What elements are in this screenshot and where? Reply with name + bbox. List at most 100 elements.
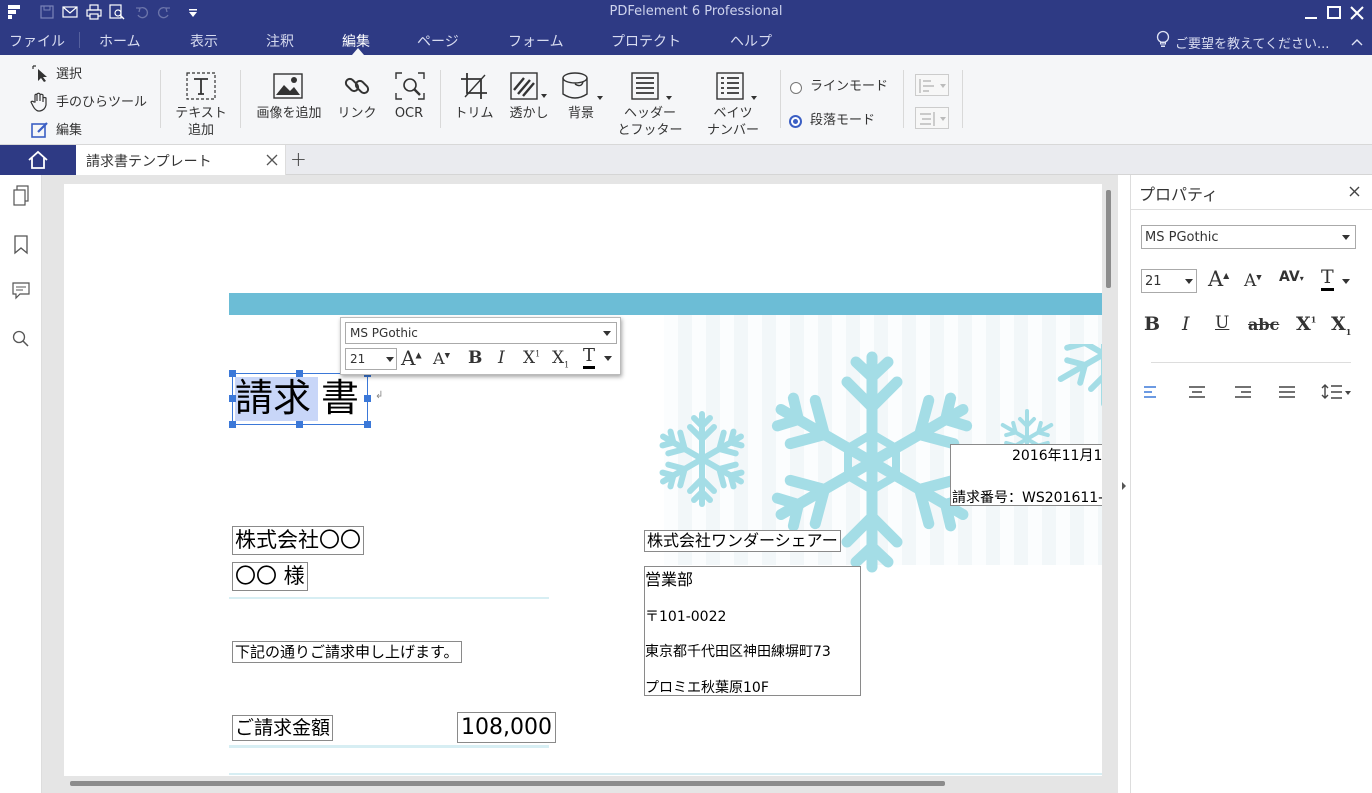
header-footer-icon[interactable] bbox=[631, 72, 673, 102]
home-tab[interactable] bbox=[0, 145, 76, 175]
align-center-icon[interactable] bbox=[1188, 385, 1206, 399]
paragraph-mode-label[interactable]: 段落モード bbox=[810, 113, 875, 129]
bold-icon[interactable]: B bbox=[1144, 313, 1160, 335]
line-mode-radio[interactable] bbox=[790, 82, 802, 94]
sender-address-line1[interactable]: 東京都千代田区神田練塀町73 bbox=[645, 641, 831, 661]
floating-font-select[interactable]: MS PGothic bbox=[345, 322, 617, 344]
align-right-icon[interactable] bbox=[1234, 385, 1252, 399]
subscript-icon[interactable]: X1 bbox=[1331, 313, 1351, 337]
justify-icon[interactable] bbox=[1278, 385, 1296, 399]
font-family-select[interactable]: MS PGothic bbox=[1141, 225, 1356, 249]
close-window-icon[interactable] bbox=[1350, 6, 1364, 20]
link-icon[interactable] bbox=[343, 72, 371, 100]
resize-handle[interactable] bbox=[364, 395, 371, 402]
align-left-icon[interactable] bbox=[1143, 385, 1159, 399]
superscript-icon[interactable]: X1 bbox=[1296, 313, 1316, 335]
close-panel-icon[interactable] bbox=[1349, 186, 1360, 197]
trim-icon[interactable] bbox=[460, 72, 488, 100]
watermark-icon[interactable] bbox=[510, 72, 548, 100]
floating-size-select[interactable]: 21 bbox=[345, 348, 397, 370]
menu-home[interactable]: ホーム bbox=[99, 31, 141, 51]
trim-button[interactable]: トリム bbox=[450, 106, 498, 122]
text-color-icon[interactable]: T bbox=[583, 346, 596, 369]
align-left-dropdown[interactable] bbox=[915, 74, 949, 96]
client-name[interactable]: 〇〇 様 bbox=[232, 562, 308, 591]
chevron-down-icon[interactable] bbox=[1342, 279, 1350, 284]
menu-file[interactable]: ファイル bbox=[9, 31, 65, 51]
hand-tool[interactable]: 手のひらツール bbox=[56, 95, 147, 111]
invoice-message[interactable]: 下記の通りご請求申し上げます。 bbox=[232, 641, 462, 663]
add-text-label-1[interactable]: テキスト bbox=[170, 106, 232, 122]
invoice-date[interactable]: 2016年11月1 bbox=[1012, 445, 1102, 465]
sender-address-line2[interactable]: プロミエ秋葉原10F bbox=[645, 677, 769, 697]
expand-right-panel-icon[interactable] bbox=[1121, 479, 1127, 490]
close-tab-icon[interactable] bbox=[266, 154, 278, 166]
line-mode-label[interactable]: ラインモード bbox=[810, 79, 888, 95]
thumbnails-icon[interactable] bbox=[12, 185, 30, 207]
resize-handle[interactable] bbox=[296, 370, 303, 377]
increase-font-icon[interactable]: A▲ bbox=[1208, 267, 1229, 291]
underline-icon[interactable]: U bbox=[1215, 313, 1229, 333]
comment-icon[interactable] bbox=[12, 282, 30, 300]
watermark-button[interactable]: 透かし bbox=[505, 106, 553, 122]
edit-tool[interactable]: 編集 bbox=[56, 123, 82, 139]
character-spacing-icon[interactable]: AV▾ bbox=[1279, 269, 1304, 285]
superscript-icon[interactable]: X1 bbox=[523, 348, 540, 368]
add-text-icon[interactable] bbox=[186, 72, 216, 100]
resize-handle[interactable] bbox=[296, 421, 303, 428]
italic-icon[interactable]: I bbox=[1182, 313, 1190, 335]
menu-form[interactable]: フォーム bbox=[508, 31, 564, 51]
resize-handle[interactable] bbox=[229, 395, 236, 402]
chevron-down-icon[interactable] bbox=[604, 356, 612, 361]
vertical-scrollbar-thumb[interactable] bbox=[1106, 190, 1111, 288]
sender-company[interactable]: 株式会社ワンダーシェアー bbox=[644, 530, 841, 552]
decrease-font-icon[interactable]: A▼ bbox=[433, 349, 450, 368]
add-text-label-2[interactable]: 追加 bbox=[170, 123, 232, 139]
increase-font-icon[interactable]: A▲ bbox=[401, 346, 422, 370]
font-size-select[interactable]: 21 bbox=[1141, 269, 1197, 293]
menu-view[interactable]: 表示 bbox=[190, 31, 218, 51]
invoice-title-selected[interactable]: 請求 bbox=[235, 375, 311, 421]
bold-icon[interactable]: B bbox=[468, 348, 482, 368]
header-footer-label-1[interactable]: ヘッダー bbox=[612, 106, 688, 122]
subscript-icon[interactable]: X1 bbox=[552, 348, 569, 369]
background-button[interactable]: 背景 bbox=[557, 106, 605, 122]
header-footer-label-2[interactable]: とフッター bbox=[612, 123, 688, 139]
menu-help[interactable]: ヘルプ bbox=[730, 31, 772, 51]
search-icon[interactable] bbox=[12, 330, 30, 348]
sender-postal-code[interactable]: 〒101-0022 bbox=[645, 606, 726, 626]
bates-number-icon[interactable] bbox=[716, 72, 758, 102]
collapse-ribbon-icon[interactable] bbox=[1351, 35, 1363, 46]
resize-handle[interactable] bbox=[229, 421, 236, 428]
select-tool[interactable]: 選択 bbox=[56, 67, 82, 83]
paragraph-mode-radio[interactable] bbox=[789, 115, 802, 128]
document-tab-title[interactable]: 請求書テンプレート bbox=[86, 151, 212, 171]
menu-page[interactable]: ページ bbox=[417, 31, 459, 51]
strikethrough-icon[interactable]: abc bbox=[1248, 315, 1279, 334]
maximize-icon[interactable] bbox=[1327, 6, 1341, 20]
resize-handle[interactable] bbox=[364, 421, 371, 428]
add-image-button[interactable]: 画像を追加 bbox=[250, 106, 328, 122]
link-button[interactable]: リンク bbox=[333, 106, 381, 122]
align-right-dropdown[interactable] bbox=[915, 107, 949, 129]
amount-label[interactable]: ご請求金額 bbox=[232, 715, 334, 741]
new-tab-button[interactable]: + bbox=[290, 147, 307, 171]
feedback-link[interactable]: ご要望を教えてください... bbox=[1175, 33, 1329, 52]
decrease-font-icon[interactable]: A▼ bbox=[1244, 271, 1262, 291]
menu-comment[interactable]: 注釈 bbox=[266, 31, 294, 51]
horizontal-scrollbar-thumb[interactable] bbox=[70, 781, 945, 786]
ocr-icon[interactable] bbox=[395, 72, 425, 100]
bates-label-2[interactable]: ナンバー bbox=[698, 123, 768, 139]
italic-icon[interactable]: I bbox=[498, 348, 505, 368]
text-color-icon[interactable]: T bbox=[1321, 267, 1334, 291]
sender-department[interactable]: 営業部 bbox=[645, 566, 693, 590]
add-image-icon[interactable] bbox=[273, 73, 303, 99]
menu-protect[interactable]: プロテクト bbox=[611, 31, 681, 51]
bates-label-1[interactable]: ベイツ bbox=[698, 106, 768, 122]
invoice-title-rest[interactable]: 書 bbox=[321, 375, 359, 421]
background-icon[interactable] bbox=[561, 72, 603, 102]
client-company[interactable]: 株式会社〇〇 bbox=[232, 526, 364, 555]
invoice-number[interactable]: 請求番号：WS201611- bbox=[952, 487, 1102, 507]
resize-handle[interactable] bbox=[229, 370, 236, 377]
line-spacing-icon[interactable] bbox=[1321, 383, 1353, 401]
